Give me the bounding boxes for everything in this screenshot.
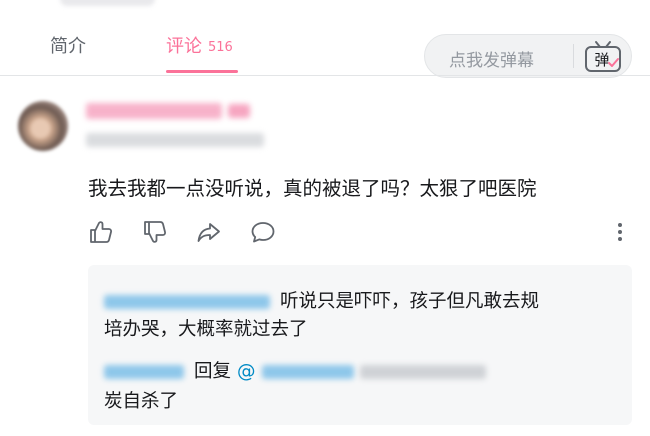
blurred-reply-username[interactable]: [104, 365, 184, 379]
tab-comments[interactable]: 评论 516: [166, 32, 233, 58]
blurred-mention-username[interactable]: [261, 365, 354, 379]
blurred-level-badge: [228, 104, 250, 118]
blurred-reply-username[interactable]: [104, 295, 270, 309]
reply-2-second-line: 炭自杀了: [104, 391, 179, 412]
tab-comments-label: 评论: [166, 36, 202, 57]
more-vertical-icon[interactable]: [610, 219, 630, 245]
reply-box[interactable]: 听说只是吓吓，孩子但凡敢去规 培办哭，大概率就过去了 回复 @ 炭自杀了: [88, 265, 632, 425]
blurred-reply-text: [359, 365, 486, 379]
mention-at[interactable]: @: [237, 361, 256, 382]
tab-bar: 简介 评论 516 点我发弹幕 弹: [0, 14, 650, 78]
active-tab-indicator: [166, 70, 238, 73]
blurred-username[interactable]: [86, 103, 222, 119]
danmaku-placeholder: 点我发弹幕: [449, 51, 534, 71]
thumbs-down-icon[interactable]: [142, 219, 168, 245]
reply-1-first-line: 听说只是吓吓，孩子但凡敢去规: [104, 287, 539, 313]
danmaku-button-label: 弹: [594, 51, 609, 69]
share-icon[interactable]: [196, 219, 222, 245]
tab-divider: [0, 75, 650, 76]
reply-2-word: 回复: [194, 361, 232, 382]
danmaku-tv-icon[interactable]: 弹: [582, 40, 624, 73]
thumbs-up-icon[interactable]: [88, 219, 114, 245]
blurred-previous-text: [60, 0, 155, 6]
reply-2-first-line: 回复 @: [104, 357, 486, 383]
reply-bubble-icon[interactable]: [250, 219, 276, 245]
reply-1-text-line1: 听说只是吓吓，孩子但凡敢去规: [280, 291, 540, 312]
avatar[interactable]: [18, 101, 68, 151]
danmaku-divider: [573, 44, 574, 68]
reply-1-second-line: 培办哭，大概率就过去了: [104, 319, 308, 340]
comment-count: 516: [208, 40, 233, 55]
tab-intro[interactable]: 简介: [50, 32, 86, 58]
previous-section-edge: [0, 0, 650, 12]
comment-text: 我去我都一点没听说，真的被退了吗？太狠了吧医院: [88, 177, 537, 200]
blurred-comment-meta: [86, 133, 264, 147]
danmaku-input[interactable]: 点我发弹幕 弹: [424, 34, 632, 78]
